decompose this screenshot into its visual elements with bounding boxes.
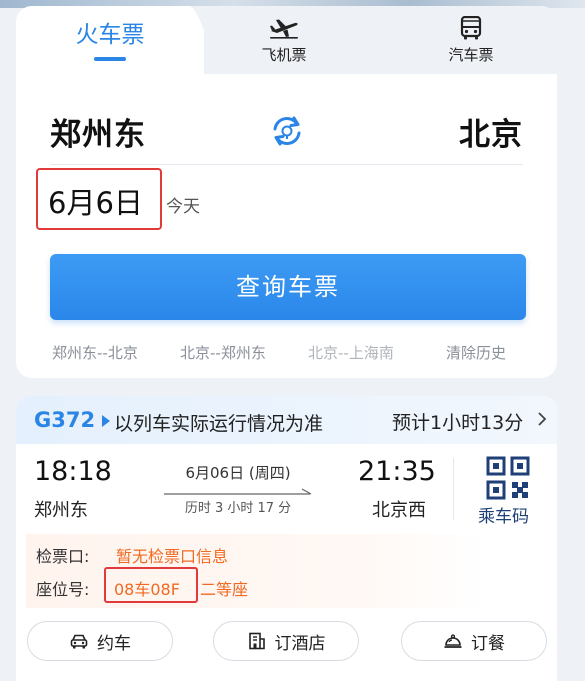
book-hotel-label: 订酒店 (274, 633, 326, 654)
hotel-icon (248, 632, 265, 650)
departure-date[interactable]: 6月6日 (48, 180, 143, 222)
to-station[interactable]: 北京 (459, 109, 523, 154)
bus-icon (460, 15, 482, 40)
travel-date: 6月06日 (周四) (185, 464, 291, 482)
history-item[interactable]: 郑州东--北京 (52, 342, 138, 363)
seat-label: 座位号: (36, 580, 90, 599)
order-meal-label: 订餐 (471, 633, 505, 654)
book-car-button[interactable]: 约车 (27, 621, 173, 661)
order-meal-button[interactable]: 订餐 (401, 621, 547, 661)
tab-train[interactable]: 火车票 (16, 6, 204, 74)
ticket-card[interactable]: G372 以列车实际运行情况为准 预计1小时13分 18:18 郑州东 6月06… (16, 396, 557, 681)
train-number: G372 (34, 408, 96, 432)
ticket-header: G372 以列车实际运行情况为准 预计1小时13分 (16, 396, 557, 444)
date-note: 今天 (166, 197, 200, 217)
swap-stations-icon[interactable] (268, 112, 306, 150)
tab-train-label: 火车票 (75, 22, 145, 48)
gate-value: 暂无检票口信息 (116, 547, 229, 566)
query-tickets-button[interactable]: 查询车票 (50, 254, 526, 320)
book-hotel-button[interactable]: 订酒店 (213, 621, 359, 661)
seat-value: 08车08F (114, 580, 180, 599)
notice-marquee: 以列车实际运行情况为准 (114, 413, 324, 435)
tab-bus-label: 汽车票 (448, 45, 494, 64)
book-car-label: 约车 (97, 633, 131, 654)
tab-plane[interactable]: 飞机票 (214, 6, 354, 74)
divider (453, 458, 454, 520)
chevron-right-icon[interactable] (537, 412, 547, 426)
qr-code-icon[interactable] (486, 456, 530, 500)
qr-code-label[interactable]: 乘车码 (478, 502, 529, 527)
car-icon (70, 634, 88, 649)
gate-seat-info (26, 534, 488, 608)
estimated-duration: 预计1小时13分 (392, 412, 524, 434)
history-item[interactable]: 北京--郑州东 (180, 342, 266, 363)
divider (50, 164, 523, 165)
journey-arrow-icon (164, 488, 312, 495)
arrival-time: 21:35 (358, 456, 436, 487)
seat-class: 二等座 (200, 580, 249, 599)
tab-bus[interactable]: 汽车票 (406, 6, 536, 74)
tab-active-indicator (94, 57, 126, 61)
clear-history-button[interactable]: 清除历史 (446, 342, 506, 363)
ticket-type-tabs: 火车票 飞机票 汽车票 (16, 6, 557, 74)
from-station[interactable]: 郑州东 (50, 109, 146, 154)
meal-cloche-icon (444, 634, 462, 648)
station-selector: 郑州东 北京 (16, 101, 557, 161)
arrival-station: 北京西 (372, 500, 426, 521)
departure-station: 郑州东 (34, 500, 88, 521)
history-item[interactable]: 北京--上海南 (308, 342, 394, 363)
play-triangle-icon (102, 415, 110, 427)
travel-duration: 历时 3 小时 17 分 (184, 501, 292, 516)
departure-time: 18:18 (34, 456, 112, 487)
tab-plane-label: 飞机票 (261, 45, 307, 64)
search-history: 郑州东--北京 北京--郑州东 北京--上海南 清除历史 (52, 342, 522, 366)
gate-label: 检票口: (36, 547, 90, 566)
search-card: 火车票 飞机票 汽车票 郑州东 北京 6月6日 今天 查询车票 郑州东--北京 … (16, 6, 557, 378)
airplane-icon (269, 16, 299, 40)
